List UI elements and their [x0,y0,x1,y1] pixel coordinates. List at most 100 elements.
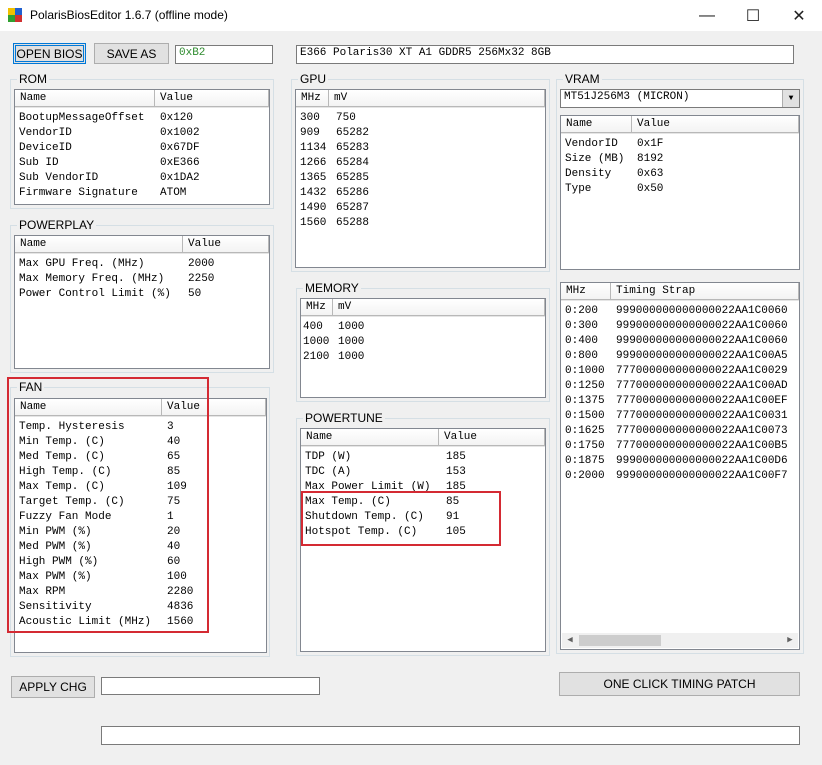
gpu-list[interactable]: MHz mV 300 750 909 65282 1134 65283 1266 652… [295,89,546,268]
powertune-group-title: POWERTUNE [303,411,385,425]
memory-list[interactable]: MHz mV 400 1000 1000 1000 2100 1000 [300,298,546,398]
table-row[interactable]: Sub VendorID 0x1DA2 [15,171,269,186]
powerplay-list-header: Name Value [15,236,269,254]
table-row[interactable]: VendorID 0x1002 [15,126,269,141]
close-button[interactable]: ✕ [776,0,822,31]
apply-changes-button[interactable]: APPLY CHG [11,676,95,698]
app-icon [8,8,22,22]
timing-list-header: MHz Timing Strap [561,283,799,301]
scroll-right-icon[interactable]: ▶ [782,633,798,648]
table-row[interactable]: 300 750 [296,111,545,126]
one-click-timing-patch-button[interactable]: ONE CLICK TIMING PATCH [559,672,800,696]
gpu-col-mhz[interactable]: MHz [296,90,329,107]
table-row[interactable]: 0:400 999000000000000022AA1C0060 [561,334,799,349]
table-row[interactable]: DeviceID 0x67DF [15,141,269,156]
rom-group-title: ROM [17,72,49,86]
table-row[interactable]: 1000 1000 [301,335,545,350]
vram-info-list[interactable]: Name Value VendorID 0x1F Size (MB) 8192 De… [560,115,800,270]
gpu-list-header: MHz mV [296,90,545,108]
table-row[interactable]: 0:1375 777000000000000022AA1C00EF [561,394,799,409]
powerplay-col-value[interactable]: Value [183,236,269,253]
table-row[interactable]: Firmware Signature ATOM [15,186,269,201]
powertune-highlight-box [301,491,501,546]
powerplay-group-title: POWERPLAY [17,218,97,232]
checksum-field[interactable]: 0xB2 [175,45,273,64]
table-row[interactable]: 0:200 999000000000000022AA1C0060 [561,304,799,319]
table-row[interactable]: TDC (A) 153 [301,465,545,480]
table-row[interactable]: 2100 1000 [301,350,545,365]
save-as-button[interactable]: SAVE AS [94,43,169,64]
timing-horizontal-scrollbar[interactable]: ◀ ▶ [562,633,798,648]
vram-select-value: MT51J256M3 (MICRON) [564,91,690,103]
table-row[interactable]: VendorID 0x1F [561,137,799,152]
powertune-col-name[interactable]: Name [301,429,439,446]
vram-group-title: VRAM [563,72,602,86]
table-row[interactable]: TDP (W) 185 [301,450,545,465]
gpu-col-mv[interactable]: mV [329,90,545,107]
powerplay-rows: Max GPU Freq. (MHz) 2000 Max Memory Freq.… [15,254,269,302]
open-bios-button[interactable]: OPEN BIOS [13,43,86,64]
powertune-list-header: Name Value [301,429,545,447]
scroll-thumb[interactable] [579,635,661,646]
table-row[interactable]: 1560 65288 [296,216,545,231]
memory-list-header: MHz mV [301,299,545,317]
timing-strap-list[interactable]: MHz Timing Strap 0:200 999000000000000022… [560,282,800,650]
table-row[interactable]: Max Memory Freq. (MHz) 2250 [15,272,269,287]
table-row[interactable]: 0:2000 999000000000000022AA1C00F7 [561,469,799,484]
apply-status-field[interactable] [101,677,320,695]
table-row[interactable]: 0:1500 777000000000000022AA1C0031 [561,409,799,424]
table-row[interactable]: Density 0x63 [561,167,799,182]
vram-select[interactable]: MT51J256M3 (MICRON) ▼ [560,89,800,108]
rom-list-header: Name Value [15,90,269,108]
table-row[interactable]: BootupMessageOffset 0x120 [15,111,269,126]
powerplay-list[interactable]: Name Value Max GPU Freq. (MHz) 2000 Max M… [14,235,270,369]
table-row[interactable]: Sub ID 0xE366 [15,156,269,171]
bios-name-field[interactable]: E366 Polaris30 XT A1 GDDR5 256Mx32 8GB [296,45,794,64]
table-row[interactable]: 0:1000 777000000000000022AA1C0029 [561,364,799,379]
table-row[interactable]: 1432 65286 [296,186,545,201]
table-row[interactable]: 0:800 999000000000000022AA1C00A5 [561,349,799,364]
table-row[interactable]: 1266 65284 [296,156,545,171]
table-row[interactable]: 400 1000 [301,320,545,335]
table-row[interactable]: Max GPU Freq. (MHz) 2000 [15,257,269,272]
table-row[interactable]: Type 0x50 [561,182,799,197]
window-title: PolarisBiosEditor 1.6.7 (offline mode) [30,8,228,22]
powertune-col-value[interactable]: Value [439,429,545,446]
vram-col-value[interactable]: Value [632,116,799,133]
memory-col-mv[interactable]: mV [333,299,545,316]
rom-rows: BootupMessageOffset 0x120 VendorID 0x1002 … [15,108,269,201]
gpu-rows: 300 750 909 65282 1134 65283 1266 65284 1365… [296,108,545,231]
table-row[interactable]: 1134 65283 [296,141,545,156]
fan-highlight-box [7,377,209,633]
maximize-button[interactable]: ☐ [730,0,776,31]
table-row[interactable]: Size (MB) 8192 [561,152,799,167]
maximize-icon: ☐ [745,7,761,25]
vram-rows: VendorID 0x1F Size (MB) 8192 Density 0x63 T… [561,134,799,197]
scroll-left-icon[interactable]: ◀ [562,633,578,648]
title-bar: PolarisBiosEditor 1.6.7 (offline mode) —… [0,0,822,31]
gpu-group-title: GPU [298,72,329,86]
table-row[interactable]: 0:1250 777000000000000022AA1C00AD [561,379,799,394]
table-row[interactable]: 0:300 999000000000000022AA1C0060 [561,319,799,334]
powerplay-col-name[interactable]: Name [15,236,183,253]
timing-col-strap[interactable]: Timing Strap [611,283,799,300]
rom-list[interactable]: Name Value BootupMessageOffset 0x120 Vend… [14,89,270,205]
table-row[interactable]: 0:1875 999000000000000022AA1C00D6 [561,454,799,469]
table-row[interactable]: 0:1625 777000000000000022AA1C0073 [561,424,799,439]
rom-col-name[interactable]: Name [15,90,155,107]
minimize-icon: — [699,6,715,24]
timing-rows: 0:200 999000000000000022AA1C0060 0:300 999… [561,301,799,484]
rom-col-value[interactable]: Value [155,90,269,107]
minimize-button[interactable]: — [684,0,730,31]
timing-col-mhz[interactable]: MHz [561,283,611,300]
memory-col-mhz[interactable]: MHz [301,299,333,316]
table-row[interactable]: Power Control Limit (%) 50 [15,287,269,302]
table-row[interactable]: 0:1750 777000000000000022AA1C00B5 [561,439,799,454]
table-row[interactable]: 909 65282 [296,126,545,141]
table-row[interactable]: 1490 65287 [296,201,545,216]
chevron-down-icon[interactable]: ▼ [782,90,799,107]
status-progress-field [101,726,800,745]
table-row[interactable]: 1365 65285 [296,171,545,186]
close-icon: ✕ [792,7,806,25]
vram-col-name[interactable]: Name [561,116,632,133]
